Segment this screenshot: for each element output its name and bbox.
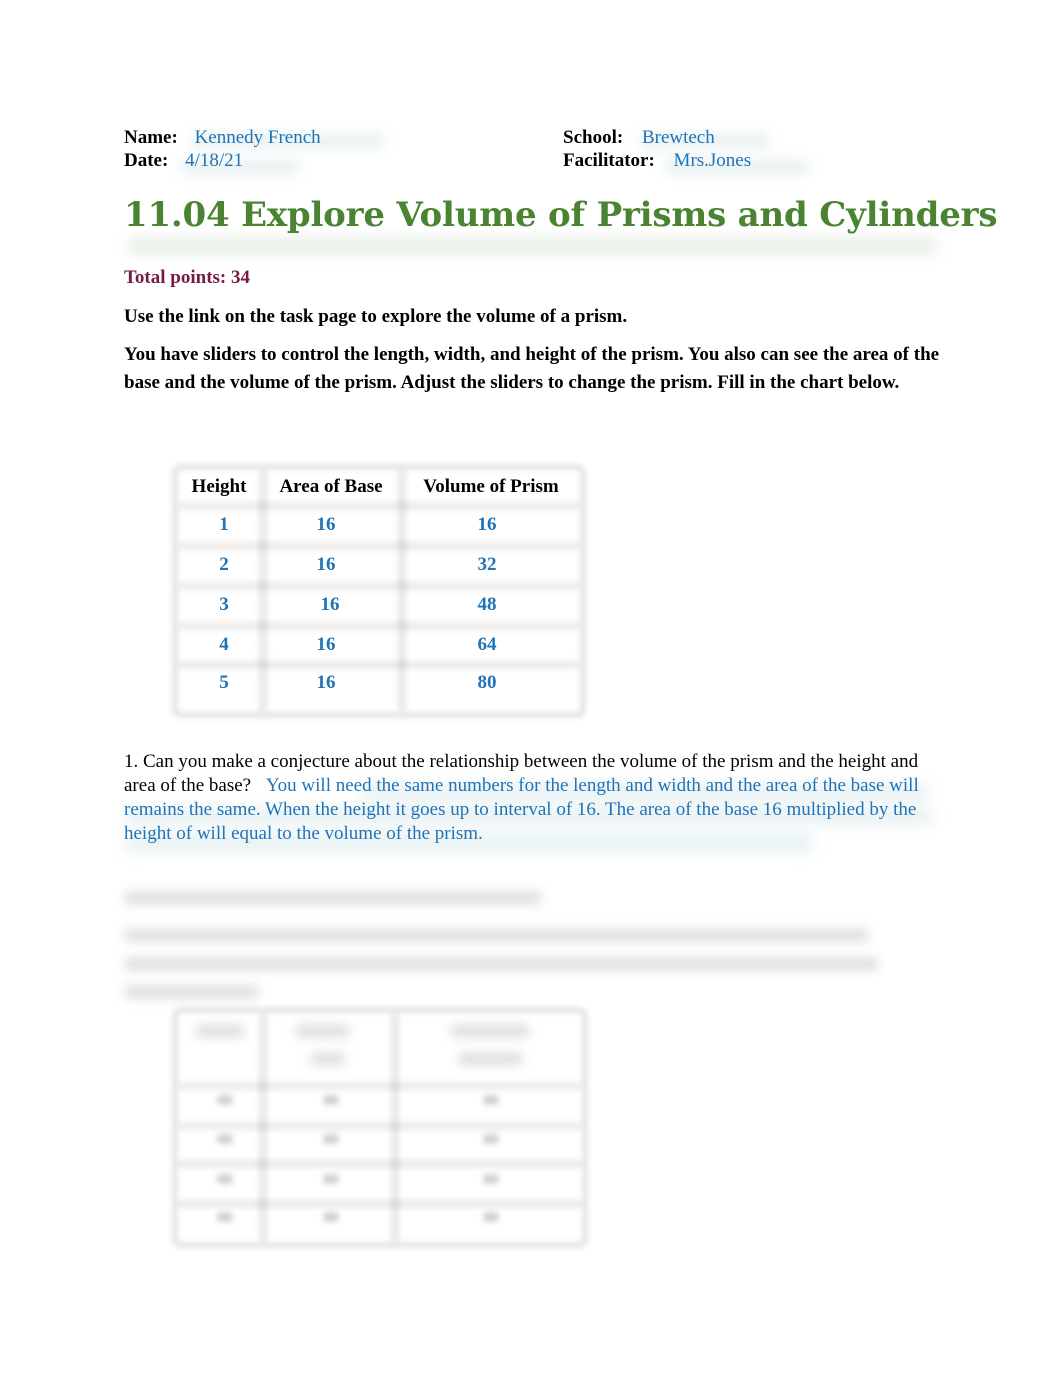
table-row-divider	[179, 542, 579, 550]
table-cell-area[interactable]: 16	[263, 672, 389, 694]
prism-table: Height Area of Base Volume of Prism 1 16…	[175, 467, 583, 715]
redacted-cell	[217, 1212, 233, 1222]
redacted-header	[450, 1024, 530, 1038]
instruction-explore-prism: Use the link on the task page to explore…	[124, 306, 628, 327]
redacted-cell	[483, 1134, 499, 1144]
table-cell-height[interactable]: 3	[175, 594, 273, 616]
table-cell-volume[interactable]: 80	[403, 672, 571, 694]
table-header-height: Height	[191, 476, 247, 497]
school-row: School: Brewtech	[563, 126, 715, 149]
table-cell-area[interactable]: 16	[263, 514, 389, 536]
redacted-instruction-line	[124, 957, 879, 971]
redacted-header	[458, 1052, 523, 1066]
redacted-cell	[217, 1134, 233, 1144]
table-header-area-of-base: Area of Base	[279, 476, 383, 497]
table-row-divider	[179, 661, 579, 669]
redacted-header	[310, 1052, 345, 1066]
name-label: Name:	[124, 127, 178, 148]
school-label: School:	[563, 127, 624, 148]
date-value[interactable]: 4/18/21	[185, 150, 243, 171]
date-row: Date: 4/18/21	[124, 149, 243, 172]
table-col-divider	[259, 1014, 267, 1241]
facilitator-value[interactable]: Mrs.Jones	[674, 150, 752, 171]
table-cell-area[interactable]: 16	[267, 594, 393, 616]
table-cell-height[interactable]: 5	[175, 672, 273, 694]
table-cell-volume[interactable]: 48	[403, 594, 571, 616]
table-cell-area[interactable]: 16	[263, 634, 389, 656]
name-value[interactable]: Kennedy French	[195, 127, 321, 148]
table-row-divider	[179, 1160, 581, 1168]
redacted-cell	[483, 1174, 499, 1184]
table-row-divider	[179, 1122, 581, 1130]
table-row-divider	[179, 1200, 581, 1208]
redacted-cell	[323, 1212, 339, 1222]
facilitator-label: Facilitator:	[563, 150, 655, 171]
table-header-volume-of-prism: Volume of Prism	[423, 476, 559, 497]
redacted-cell	[483, 1212, 499, 1222]
redacted-cell	[323, 1134, 339, 1144]
redacted-cell	[217, 1095, 233, 1105]
redacted-header	[195, 1024, 245, 1038]
question-1: 1. Can you make a conjecture about the r…	[124, 750, 944, 846]
redacted-cylinder-table	[175, 1010, 585, 1245]
facilitator-row: Facilitator: Mrs.Jones	[563, 149, 751, 172]
redacted-cell	[483, 1095, 499, 1105]
redacted-instruction-line	[124, 891, 542, 905]
table-cell-height[interactable]: 1	[175, 514, 273, 536]
redacted-instruction-line	[124, 928, 869, 942]
redacted-cell	[323, 1174, 339, 1184]
table-cell-height[interactable]: 2	[175, 554, 273, 576]
worksheet-page: Name: Kennedy French Date: 4/18/21 Schoo…	[0, 0, 1062, 1377]
school-value[interactable]: Brewtech	[642, 127, 715, 148]
table-cell-volume[interactable]: 64	[403, 634, 571, 656]
table-cell-volume[interactable]: 16	[403, 514, 571, 536]
date-label: Date:	[124, 150, 169, 171]
table-row-divider	[179, 1082, 581, 1090]
table-cell-height[interactable]: 4	[175, 634, 273, 656]
total-points: Total points: 34	[124, 267, 250, 288]
redacted-instruction-line	[124, 985, 259, 999]
redacted-header	[295, 1024, 350, 1038]
redacted-cell	[323, 1095, 339, 1105]
instruction-sliders: You have sliders to control the length, …	[124, 344, 940, 393]
table-row-divider	[179, 502, 579, 510]
table-col-divider	[391, 1014, 399, 1241]
page-title: 11.04 Explore Volume of Prisms and Cylin…	[124, 195, 998, 235]
title-underline-shadow	[128, 238, 938, 254]
table-cell-area[interactable]: 16	[263, 554, 389, 576]
table-cell-volume[interactable]: 32	[403, 554, 571, 576]
name-row: Name: Kennedy French	[124, 126, 321, 149]
table-row-divider	[179, 622, 579, 630]
table-row-divider	[179, 582, 579, 590]
redacted-cell	[217, 1174, 233, 1184]
